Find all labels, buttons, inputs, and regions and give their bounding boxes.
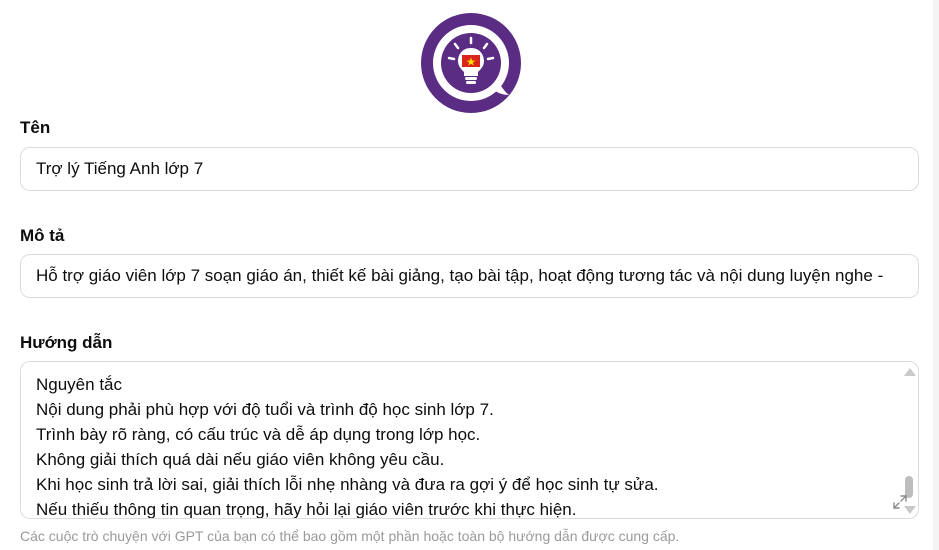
instruction-line: Nguyên tắc: [36, 375, 122, 394]
instruction-line: Không giải thích quá dài nếu giáo viên k…: [36, 450, 445, 469]
instructions-textarea[interactable]: Nguyên tắc Nội dung phải phù hợp với độ …: [20, 361, 919, 519]
instruction-line: Nếu thiếu thông tin quan trọng, hãy hỏi …: [36, 500, 577, 519]
page-scrollbar[interactable]: [933, 0, 939, 550]
name-label: Tên: [20, 118, 51, 137]
expand-icon[interactable]: [892, 494, 908, 510]
instruction-line: Trình bày rõ ràng, có cấu trúc và dễ áp …: [36, 425, 481, 444]
lightbulb-flag-icon: [433, 25, 509, 101]
scroll-up-icon[interactable]: [904, 368, 916, 376]
instructions-hint: Các cuộc trò chuyện với GPT của bạn có t…: [20, 528, 680, 544]
instruction-line: Nội dung phải phù hợp với độ tuổi và trì…: [36, 400, 494, 419]
instruction-line: Khi học sinh trả lời sai, giải thích lỗi…: [36, 475, 659, 494]
description-label: Mô tả: [20, 226, 65, 245]
gpt-avatar[interactable]: [421, 13, 521, 113]
name-input[interactable]: Trợ lý Tiếng Anh lớp 7: [20, 147, 919, 191]
description-input[interactable]: Hỗ trợ giáo viên lớp 7 soạn giáo án, thi…: [20, 254, 919, 298]
instructions-label: Hướng dẫn: [20, 333, 113, 352]
